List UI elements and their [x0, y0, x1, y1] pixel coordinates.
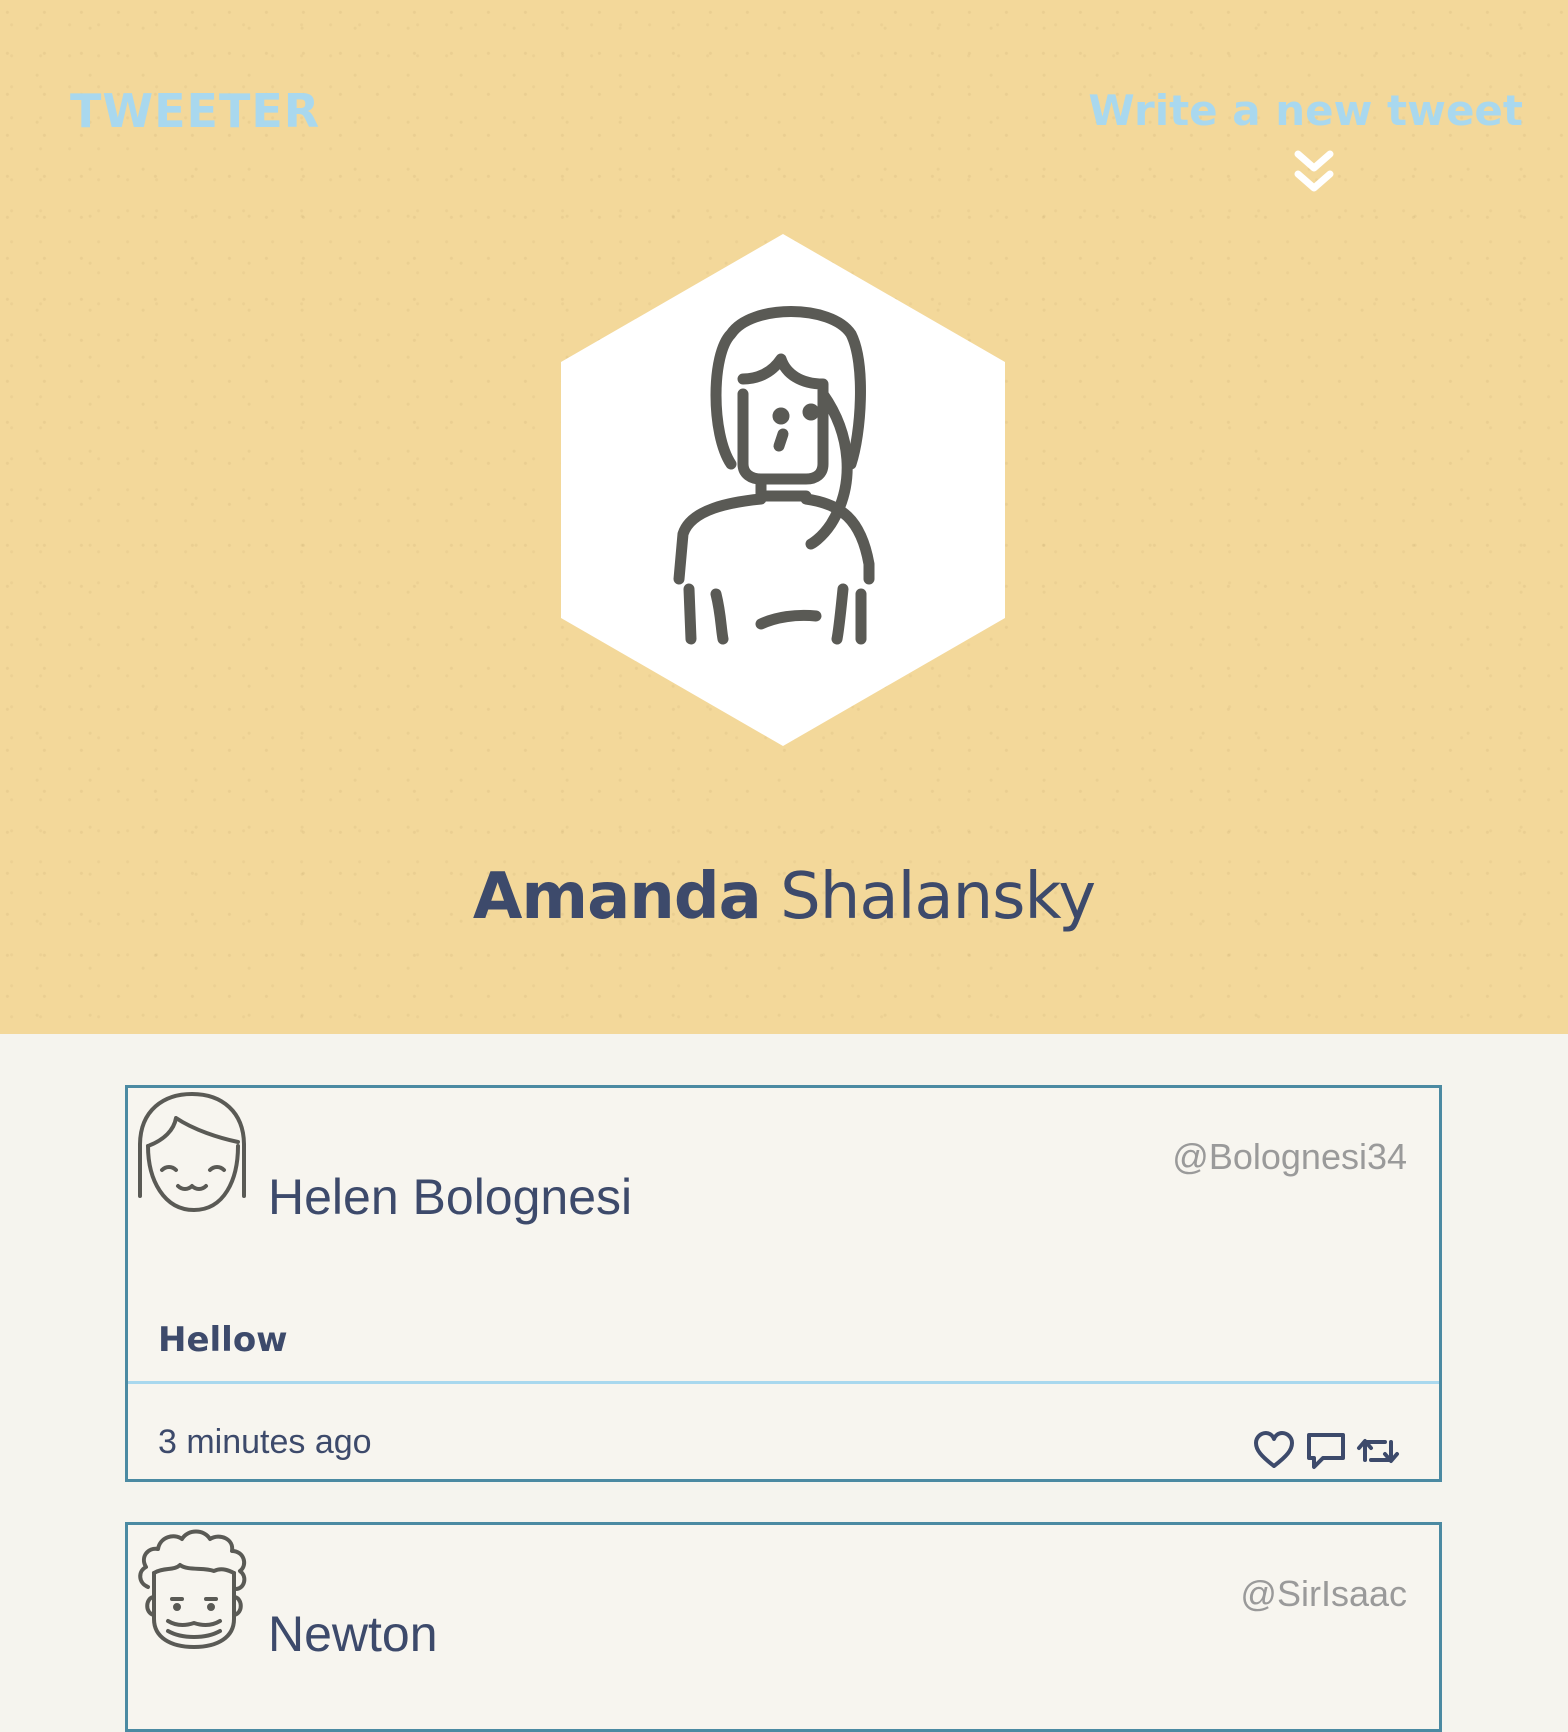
profile-last-name: Shalansky [780, 860, 1096, 934]
write-tweet-link[interactable]: Write a new tweet [1088, 86, 1523, 135]
profile-first-name: Amanda [472, 860, 762, 934]
tweet-author-handle[interactable]: @SirIsaac [1240, 1573, 1407, 1615]
tweet-timestamp: 3 minutes ago [158, 1423, 372, 1461]
comment-icon[interactable] [1303, 1428, 1349, 1474]
tweet-text: Hellow [158, 1320, 288, 1360]
profile-avatar [561, 234, 1005, 746]
double-chevron-down-icon[interactable] [1292, 148, 1336, 198]
profile-header: TWEETER Write a new tweet Amanda Shalans… [0, 0, 1568, 1034]
tweet-author-name[interactable]: Newton [268, 1605, 438, 1663]
girl-avatar-icon [138, 1092, 246, 1212]
profile-name: Amanda Shalansky [0, 860, 1568, 934]
tweet-author-name[interactable]: Helen Bolognesi [268, 1168, 632, 1226]
tweet-actions [1251, 1428, 1401, 1474]
tweet-author-handle[interactable]: @Bolognesi34 [1172, 1136, 1407, 1178]
heart-icon[interactable] [1251, 1428, 1297, 1474]
curly-hair-avatar-icon [138, 1529, 247, 1649]
tweet-card: Newton @SirIsaac [125, 1522, 1442, 1732]
brand-logo[interactable]: TWEETER [70, 84, 320, 138]
retweet-icon[interactable] [1355, 1428, 1401, 1474]
tweet-card: Helen Bolognesi @Bolognesi34 Hellow 3 mi… [125, 1085, 1442, 1482]
tweet-divider [128, 1381, 1439, 1384]
